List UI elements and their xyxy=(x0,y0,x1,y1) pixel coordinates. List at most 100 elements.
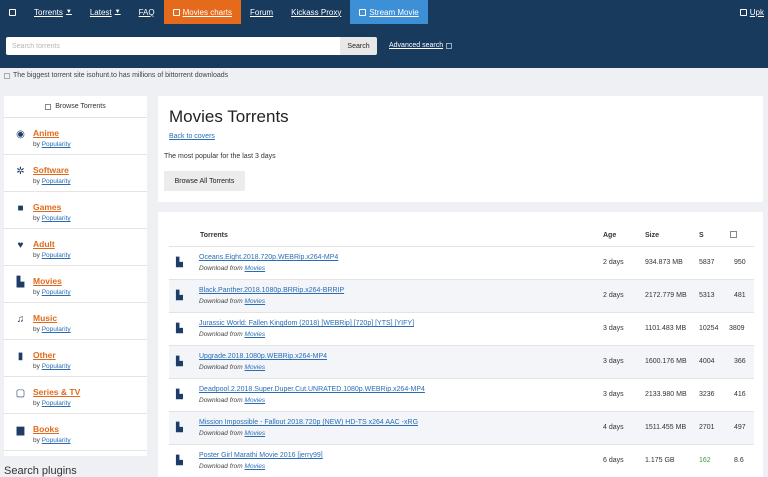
search-button[interactable]: Search xyxy=(340,37,377,55)
movie-icon: ▙ xyxy=(176,422,183,432)
nav-torrents[interactable]: Torrents ▼ xyxy=(25,0,81,24)
torrent-link[interactable]: Deadpool.2.2018.Super.Duper.Cut.UNRATED.… xyxy=(199,386,425,393)
menu-icon xyxy=(9,8,16,16)
nav-latest[interactable]: Latest ▼ xyxy=(81,0,130,24)
torrent-link[interactable]: Black.Panther.2018.1080p.BRRip.x264-BRRI… xyxy=(199,287,344,294)
film-icon: ▙ xyxy=(16,277,25,288)
torrent-leechers: 366 xyxy=(734,358,746,365)
torrent-age: 2 days xyxy=(603,259,624,266)
category-link[interactable]: Games xyxy=(33,202,61,212)
column-header-leech-icon[interactable] xyxy=(730,231,737,238)
torrent-size: 1.175 GB xyxy=(645,457,675,464)
torrent-age: 4 days xyxy=(603,424,624,431)
torrent-seeds: 5837 xyxy=(699,259,715,266)
sidebar-item-movies[interactable]: ▙ Movies by Popularity xyxy=(4,266,147,303)
list-icon xyxy=(45,103,52,110)
sidebar-item-games[interactable]: ■ Games by Popularity xyxy=(4,192,147,229)
torrent-age: 3 days xyxy=(603,358,624,365)
advanced-search-link[interactable]: Advanced search xyxy=(389,42,453,49)
category-link[interactable]: Movies xyxy=(245,463,266,470)
download-source: Download from Movies xyxy=(199,298,266,305)
popularity-link[interactable]: Popularity xyxy=(42,400,71,407)
movie-icon: ▙ xyxy=(176,257,183,267)
category-link[interactable]: Movies xyxy=(245,331,266,338)
sort-by-text: by Popularity xyxy=(33,252,71,259)
torrent-leechers: 8.6 xyxy=(734,457,744,464)
popularity-link[interactable]: Popularity xyxy=(42,326,71,333)
sidebar-item-music[interactable]: ♫ Music by Popularity xyxy=(4,303,147,340)
settings-icon xyxy=(446,42,453,49)
torrent-seeds: 162 xyxy=(699,457,711,464)
column-header-seeds[interactable]: S xyxy=(699,232,704,239)
nav-forum[interactable]: Forum xyxy=(241,0,282,24)
category-link[interactable]: Other xyxy=(33,350,56,360)
category-link[interactable]: Movies xyxy=(245,298,266,305)
gear-icon: ✲ xyxy=(16,166,25,177)
sidebar-item-anime[interactable]: ◉ Anime by Popularity xyxy=(4,118,147,155)
sidebar-item-other[interactable]: ▮ Other by Popularity xyxy=(4,340,147,377)
torrent-seeds: 5313 xyxy=(699,292,715,299)
torrent-link[interactable]: Jurassic World: Fallen Kingdom (2018) [W… xyxy=(199,320,414,327)
back-to-covers-link[interactable]: Back to covers xyxy=(169,133,215,140)
sidebar-item-series-tv[interactable]: ▢ Series & TV by Popularity xyxy=(4,377,147,414)
torrent-size: 934.873 MB xyxy=(645,259,683,266)
table-row: ▙ Poster Girl Marathi Movie 2016 [jerry9… xyxy=(169,444,754,477)
play-icon xyxy=(359,8,367,16)
download-source: Download from Movies xyxy=(199,331,266,338)
table-row: ▙ Upgrade.2018.1080p.WEBRip.x264-MP4 Dow… xyxy=(169,345,754,378)
popularity-link[interactable]: Popularity xyxy=(42,178,71,185)
table-row: ▙ Deadpool.2.2018.Super.Duper.Cut.UNRATE… xyxy=(169,378,754,411)
popularity-link[interactable]: Popularity xyxy=(42,252,71,259)
nav-movies-charts[interactable]: Movies charts xyxy=(163,0,241,24)
category-link[interactable]: Movies xyxy=(245,265,266,272)
column-header-size[interactable]: Size xyxy=(645,232,659,239)
nav-kickass-proxy[interactable]: Kickass Proxy xyxy=(282,0,350,24)
torrent-link[interactable]: Oceans.Eight.2018.720p.WEBRip.x264-MP4 xyxy=(199,254,338,261)
nav-faq[interactable]: FAQ xyxy=(130,0,164,24)
popularity-link[interactable]: Popularity xyxy=(42,141,71,148)
sort-by-text: by Popularity xyxy=(33,363,71,370)
torrent-link[interactable]: Poster Girl Marathi Movie 2016 [jerry99] xyxy=(199,452,323,459)
movie-icon: ▙ xyxy=(176,323,183,333)
torrent-link[interactable]: Upgrade.2018.1080p.WEBRip.x264-MP4 xyxy=(199,353,327,360)
sidebar-item-books[interactable]: ▆ Books by Popularity xyxy=(4,414,147,451)
torrent-seeds: 3236 xyxy=(699,391,715,398)
category-link[interactable]: Music xyxy=(33,313,57,323)
category-link[interactable]: Movies xyxy=(245,430,266,437)
category-sidebar: Browse Torrents ◉ Anime by Popularity ✲ … xyxy=(4,96,147,456)
torrent-size: 2133.980 MB xyxy=(645,391,687,398)
category-link[interactable]: Movies xyxy=(245,364,266,371)
popularity-link[interactable]: Popularity xyxy=(42,363,71,370)
category-link[interactable]: Books xyxy=(33,424,59,434)
download-source: Download from Movies xyxy=(199,265,266,272)
column-header-age[interactable]: Age xyxy=(603,232,616,239)
torrent-seeds: 10254 xyxy=(699,325,719,332)
search-input[interactable] xyxy=(6,37,340,55)
sort-by-text: by Popularity xyxy=(33,178,71,185)
popularity-link[interactable]: Popularity xyxy=(42,289,71,296)
browse-all-button[interactable]: Browse All Torrents xyxy=(164,171,245,191)
sidebar-item-software[interactable]: ✲ Software by Popularity xyxy=(4,155,147,192)
nav-upload[interactable]: Upk xyxy=(731,0,768,24)
menu-toggle-button[interactable] xyxy=(0,0,25,24)
torrent-seeds: 2701 xyxy=(699,424,715,431)
table-row: ▙ Black.Panther.2018.1080p.BRRip.x264-BR… xyxy=(169,279,754,312)
category-link[interactable]: Adult xyxy=(33,239,55,249)
popularity-link[interactable]: Popularity xyxy=(42,215,71,222)
nav-stream-movie[interactable]: Stream Movie xyxy=(350,0,428,24)
category-link[interactable]: Anime xyxy=(33,128,59,138)
sort-by-text: by Popularity xyxy=(33,400,71,407)
category-link[interactable]: Software xyxy=(33,165,69,175)
torrent-link[interactable]: Mission Impossible - Fallout 2018.720p (… xyxy=(199,419,418,426)
popularity-link[interactable]: Popularity xyxy=(42,437,71,444)
torrent-leechers: 3809 xyxy=(729,325,745,332)
torrent-size: 1511.455 MB xyxy=(645,424,687,431)
category-link[interactable]: Movies xyxy=(245,397,266,404)
heart-icon: ♥ xyxy=(17,240,24,251)
upload-icon xyxy=(739,8,747,16)
category-link[interactable]: Series & TV xyxy=(33,387,80,397)
category-link[interactable]: Movies xyxy=(33,276,62,286)
sidebar-item-adult[interactable]: ♥ Adult by Popularity xyxy=(4,229,147,266)
column-header-torrents[interactable]: Torrents xyxy=(200,232,228,239)
chart-icon xyxy=(172,8,180,16)
